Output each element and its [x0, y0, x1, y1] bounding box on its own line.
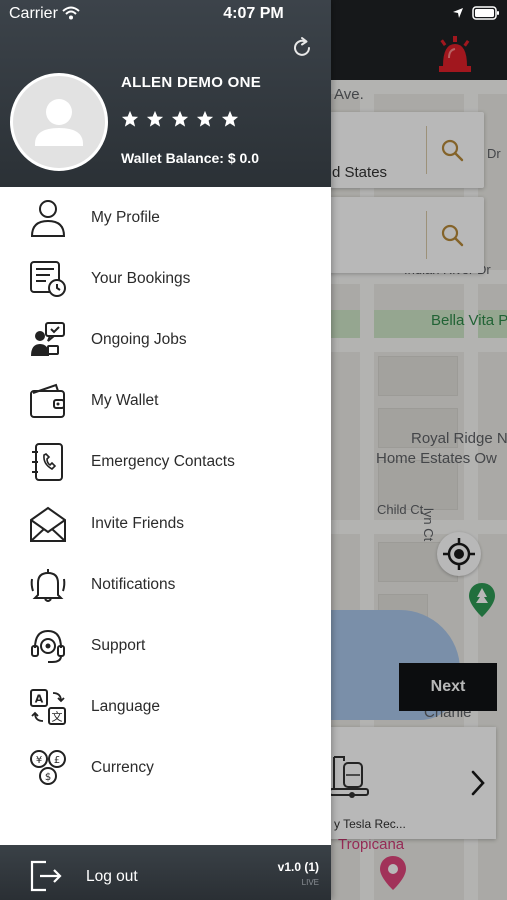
drawer-menu: My Profile Your Bookings Ongoing Jobs My… [0, 187, 331, 799]
logout-button[interactable]: Log out [86, 868, 138, 886]
wallet-icon [30, 383, 65, 419]
clock: 4:07 PM [223, 5, 284, 22]
currency-icon: ¥ £ $ [30, 750, 66, 786]
svg-text:文: 文 [52, 710, 63, 724]
ongoing-jobs-icon [31, 321, 65, 356]
support-headset-icon [31, 629, 65, 663]
star-icon [196, 110, 214, 127]
menu-item-language[interactable]: A 文 Language [0, 677, 331, 738]
person-icon [30, 199, 66, 237]
status-bar: Carrier 4:07 PM [0, 0, 507, 28]
bell-icon [30, 568, 66, 602]
menu-item-support[interactable]: Support [0, 615, 331, 676]
language-icon: A 文 [30, 689, 66, 726]
menu-item-label: Currency [91, 759, 154, 777]
menu-item-notifications[interactable]: Notifications [0, 554, 331, 615]
bookings-icon [30, 260, 66, 297]
envelope-icon [30, 506, 66, 542]
menu-item-my-profile[interactable]: My Profile [0, 187, 331, 248]
menu-item-label: Emergency Contacts [91, 453, 235, 471]
menu-item-my-wallet[interactable]: My Wallet [0, 371, 331, 432]
menu-item-currency[interactable]: ¥ £ $ Currency [0, 738, 331, 799]
navigation-drawer: ALLEN DEMO ONE Wallet Balance: $ 0.0 My … [0, 0, 331, 900]
menu-item-label: My Profile [91, 208, 160, 226]
emergency-contacts-icon [32, 443, 63, 482]
environment-label: LIVE [301, 878, 319, 887]
battery-icon [472, 6, 499, 20]
star-icon [146, 110, 164, 127]
menu-item-ongoing-jobs[interactable]: Ongoing Jobs [0, 309, 331, 370]
wallet-balance: Wallet Balance: $ 0.0 [121, 150, 259, 166]
menu-item-invite-friends[interactable]: Invite Friends [0, 493, 331, 554]
svg-text:¥: ¥ [36, 755, 42, 766]
logout-icon[interactable] [28, 859, 64, 893]
svg-text:$: $ [45, 772, 51, 783]
user-rating [121, 110, 239, 128]
location-arrow-icon [453, 8, 463, 18]
menu-item-label: Your Bookings [91, 269, 191, 287]
menu-item-label: My Wallet [91, 392, 159, 410]
star-icon [221, 110, 239, 127]
star-icon [171, 110, 189, 127]
user-name: ALLEN DEMO ONE [121, 74, 262, 91]
user-placeholder-icon [35, 99, 83, 146]
menu-item-label: Invite Friends [91, 514, 185, 532]
menu-item-label: Ongoing Jobs [91, 330, 187, 348]
svg-text:£: £ [54, 755, 60, 766]
drawer-header: ALLEN DEMO ONE Wallet Balance: $ 0.0 [0, 0, 331, 187]
star-icon [121, 110, 139, 127]
app-version: v1.0 (1) [277, 860, 319, 874]
menu-item-your-bookings[interactable]: Your Bookings [0, 248, 331, 309]
menu-item-label: Support [91, 636, 146, 654]
refresh-icon[interactable] [290, 36, 314, 60]
menu-item-emergency-contacts[interactable]: Emergency Contacts [0, 432, 331, 493]
menu-item-label: Language [91, 698, 160, 716]
menu-item-label: Notifications [91, 575, 176, 593]
svg-text:A: A [35, 693, 44, 706]
drawer-footer: Log out v1.0 (1) LIVE [0, 845, 331, 900]
avatar[interactable] [10, 73, 108, 171]
